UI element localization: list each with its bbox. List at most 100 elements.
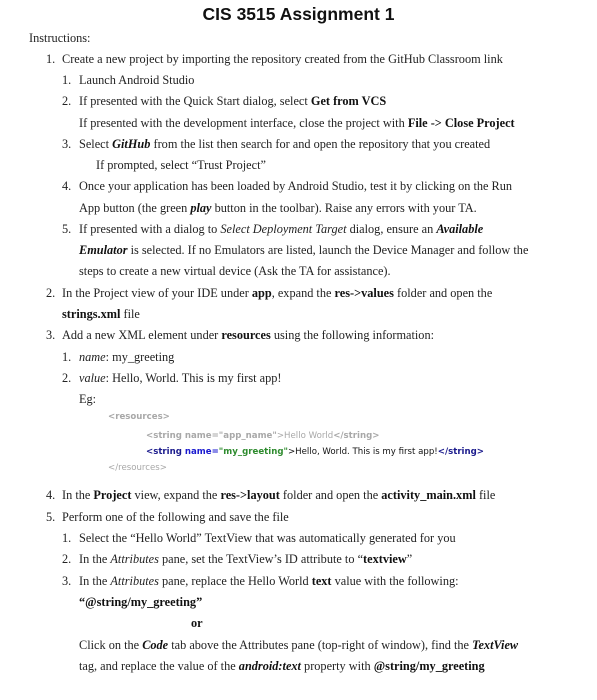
resources-close-tag: </resources> — [108, 463, 167, 473]
res-layout-label: res->layout — [220, 488, 280, 502]
eg-label: Eg: — [79, 392, 97, 406]
activity-main-xml-label: activity_main.xml — [381, 488, 476, 502]
code-line: <string name="app_name">Hello World</str… — [146, 430, 379, 442]
text-run: folder and open the — [393, 286, 493, 300]
substep-1-1-text: Launch Android Studio — [79, 73, 195, 87]
substep-5-2-text: In the Attributes pane, set the TextView… — [79, 552, 412, 566]
substep-3-1-text: name: my_greeting — [79, 350, 174, 364]
text-run: folder and open the — [279, 488, 382, 502]
code-line: <resources> — [108, 411, 170, 423]
substep-1-2-line2: If presented with the development interf… — [79, 116, 515, 130]
text-run: In the — [79, 552, 111, 566]
substep-5-3-text: In the Attributes pane, replace the Hell… — [79, 574, 459, 588]
text-run: pane, replace the Hello World — [158, 574, 312, 588]
substep-1-3-line2: If prompted, select “Trust Project” — [96, 158, 266, 172]
text-run: : Hello, World. This is my first app! — [105, 371, 282, 385]
code-token: name= — [181, 431, 219, 441]
text-run: If presented with the Quick Start dialog… — [79, 94, 311, 108]
text-run: tab above the Attributes pane (top-right… — [168, 638, 473, 652]
text-run: App button (the green — [79, 201, 191, 215]
string-reference-value: “@string/my_greeting” — [79, 595, 202, 609]
step-2-text: In the Project view of your IDE under ap… — [62, 286, 492, 300]
substep-1-5-line3: steps to create a new virtual device (As… — [79, 264, 391, 278]
or-label: or — [191, 616, 203, 630]
instructions-label: Instructions: — [29, 31, 91, 45]
step-2-line2: strings.xml file — [62, 307, 140, 321]
code-line: <string name="my_greeting">Hello, World.… — [146, 446, 484, 458]
substep-number: 3. — [62, 574, 72, 588]
substep-5-3-alt-line2: tag, and replace the value of the androi… — [79, 659, 485, 673]
step-4-text: In the Project view, expand the res->lay… — [62, 488, 495, 502]
substep-1-5-text: If presented with a dialog to Select Dep… — [79, 222, 483, 236]
available-label: Available — [436, 222, 484, 236]
text-run: property with — [300, 659, 374, 673]
step-number: 1. — [46, 52, 56, 66]
project-label: Project — [93, 488, 132, 502]
code-token: <string — [146, 431, 182, 441]
code-token: "app_name" — [218, 431, 277, 441]
res-values-label: res->values — [334, 286, 394, 300]
my-greeting-reference: @string/my_greeting — [373, 659, 485, 673]
text-run: If presented with a dialog to — [79, 222, 221, 236]
code-token: string — [448, 447, 477, 457]
text-run: using the following information: — [270, 328, 435, 342]
substep-5-1-text: Select the “Hello World” TextView that w… — [79, 531, 456, 545]
step-1-text: Create a new project by importing the re… — [62, 52, 503, 66]
substep-1-5-line2: Emulator is selected. If no Emulators ar… — [79, 243, 528, 257]
text-run: pane, set the TextView’s ID attribute to… — [158, 552, 364, 566]
text-run: file — [120, 307, 140, 321]
resources-open-tag: <resources> — [108, 412, 170, 422]
substep-3-2-text: value: Hello, World. This is my first ap… — [79, 371, 281, 385]
code-token: >Hello, World. This is my first app! — [287, 447, 438, 457]
substep-number: 1. — [62, 350, 72, 364]
code-tab-label: Code — [142, 638, 169, 652]
substep-1-4-line2: App button (the green play button in the… — [79, 201, 477, 215]
value-label: value — [79, 371, 106, 385]
code-token: <string — [146, 447, 182, 457]
text-run: : my_greeting — [105, 350, 175, 364]
page-title: CIS 3515 Assignment 1 — [202, 4, 395, 24]
resources-label: resources — [221, 328, 271, 342]
text-run: is selected. If no Emulators are listed,… — [127, 243, 529, 257]
step-number: 5. — [46, 510, 56, 524]
substep-number: 1. — [62, 531, 72, 545]
text-run: from the list then search for and open t… — [150, 137, 491, 151]
substep-number: 4. — [62, 179, 72, 193]
substep-number: 3. — [62, 137, 72, 151]
text-run: In the — [79, 574, 111, 588]
deployment-target-label: Select Deployment Target — [220, 222, 347, 236]
text-run: , expand the — [271, 286, 335, 300]
close-project-label: File -> Close Project — [407, 116, 515, 130]
app-label: app — [251, 286, 272, 300]
github-label: GitHub — [112, 137, 151, 151]
text-run: button in the toolbar). Raise any errors… — [211, 201, 477, 215]
textview-label: TextView — [472, 638, 519, 652]
substep-1-4-text: Once your application has been loaded by… — [79, 179, 513, 193]
substep-number: 2. — [62, 94, 72, 108]
text-run: In the — [62, 488, 94, 502]
substep-number: 5. — [62, 222, 72, 236]
code-token: > — [476, 447, 484, 457]
step-number: 4. — [46, 488, 56, 502]
text-run: view, expand the — [131, 488, 221, 502]
substep-number: 1. — [62, 73, 72, 87]
android-text-label: android:text — [238, 659, 301, 673]
play-label: play — [190, 201, 212, 215]
text-label: text — [311, 574, 332, 588]
code-token: "my_greeting" — [218, 447, 288, 457]
text-run: Select — [79, 137, 113, 151]
substep-1-2-text: If presented with the Quick Start dialog… — [79, 94, 386, 108]
attributes-label: Attributes — [110, 574, 159, 588]
step-number: 2. — [46, 286, 56, 300]
code-token: </string> — [333, 431, 380, 441]
text-run: If presented with the development interf… — [79, 116, 408, 130]
text-run: Add a new XML element under — [62, 328, 222, 342]
substep-number: 2. — [62, 371, 72, 385]
or-separator: or — [191, 616, 203, 630]
get-from-vcs-label: Get from VCS — [310, 94, 387, 108]
code-token: </ — [437, 447, 449, 457]
text-run: value with the following: — [331, 574, 459, 588]
name-label: name — [79, 350, 106, 364]
text-run: Click on the — [79, 638, 143, 652]
text-run: In the Project view of your IDE under — [62, 286, 252, 300]
